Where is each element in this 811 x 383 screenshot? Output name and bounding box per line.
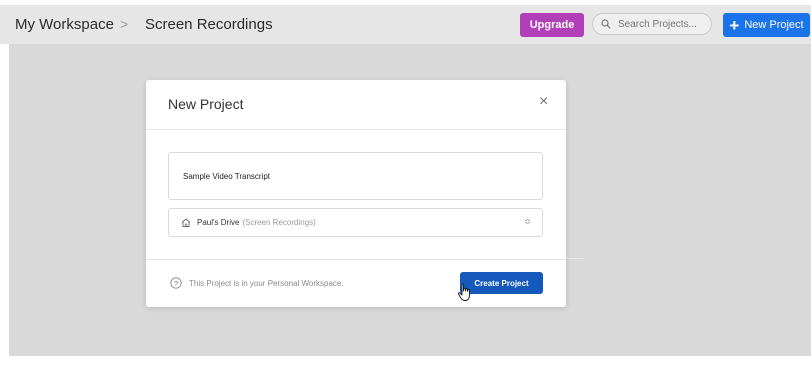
upgrade-button[interactable]: Upgrade	[520, 13, 584, 37]
breadcrumb-workspace[interactable]: My Workspace	[15, 16, 114, 33]
plus-icon: +	[729, 15, 740, 35]
search-icon	[601, 19, 611, 29]
search-input[interactable]	[616, 17, 710, 31]
question-circle-icon[interactable]: ?	[170, 277, 182, 289]
hand-pointer-icon	[457, 283, 470, 301]
new-project-button[interactable]: + New Project	[723, 13, 810, 37]
breadcrumb-separator-icon: >	[120, 16, 129, 32]
new-project-label: New Project	[744, 19, 804, 31]
drive-folder: (Screen Recordings)	[242, 218, 316, 227]
svg-text:?: ?	[174, 279, 178, 288]
dialog-divider-bottom	[146, 259, 566, 260]
drive-select[interactable]: Paul's Drive (Screen Recordings) ≎	[168, 208, 543, 237]
new-project-dialog: New Project × Paul's Drive (Screen Recor…	[146, 80, 566, 307]
dialog-title: New Project	[168, 96, 244, 112]
drive-name: Paul's Drive	[197, 218, 240, 227]
dialog-divider-top	[146, 129, 566, 130]
close-icon[interactable]: ×	[539, 93, 548, 111]
home-icon	[181, 218, 191, 227]
background-divider	[566, 258, 584, 259]
breadcrumb-current-folder: Screen Recordings	[145, 16, 273, 33]
search-box[interactable]	[592, 13, 712, 35]
project-name-input[interactable]	[168, 152, 543, 200]
workspace-info-text: This Project is in your Personal Workspa…	[189, 279, 344, 288]
top-bar: My Workspace > Screen Recordings Upgrade…	[0, 5, 811, 44]
chevron-up-down-icon: ≎	[524, 217, 531, 226]
